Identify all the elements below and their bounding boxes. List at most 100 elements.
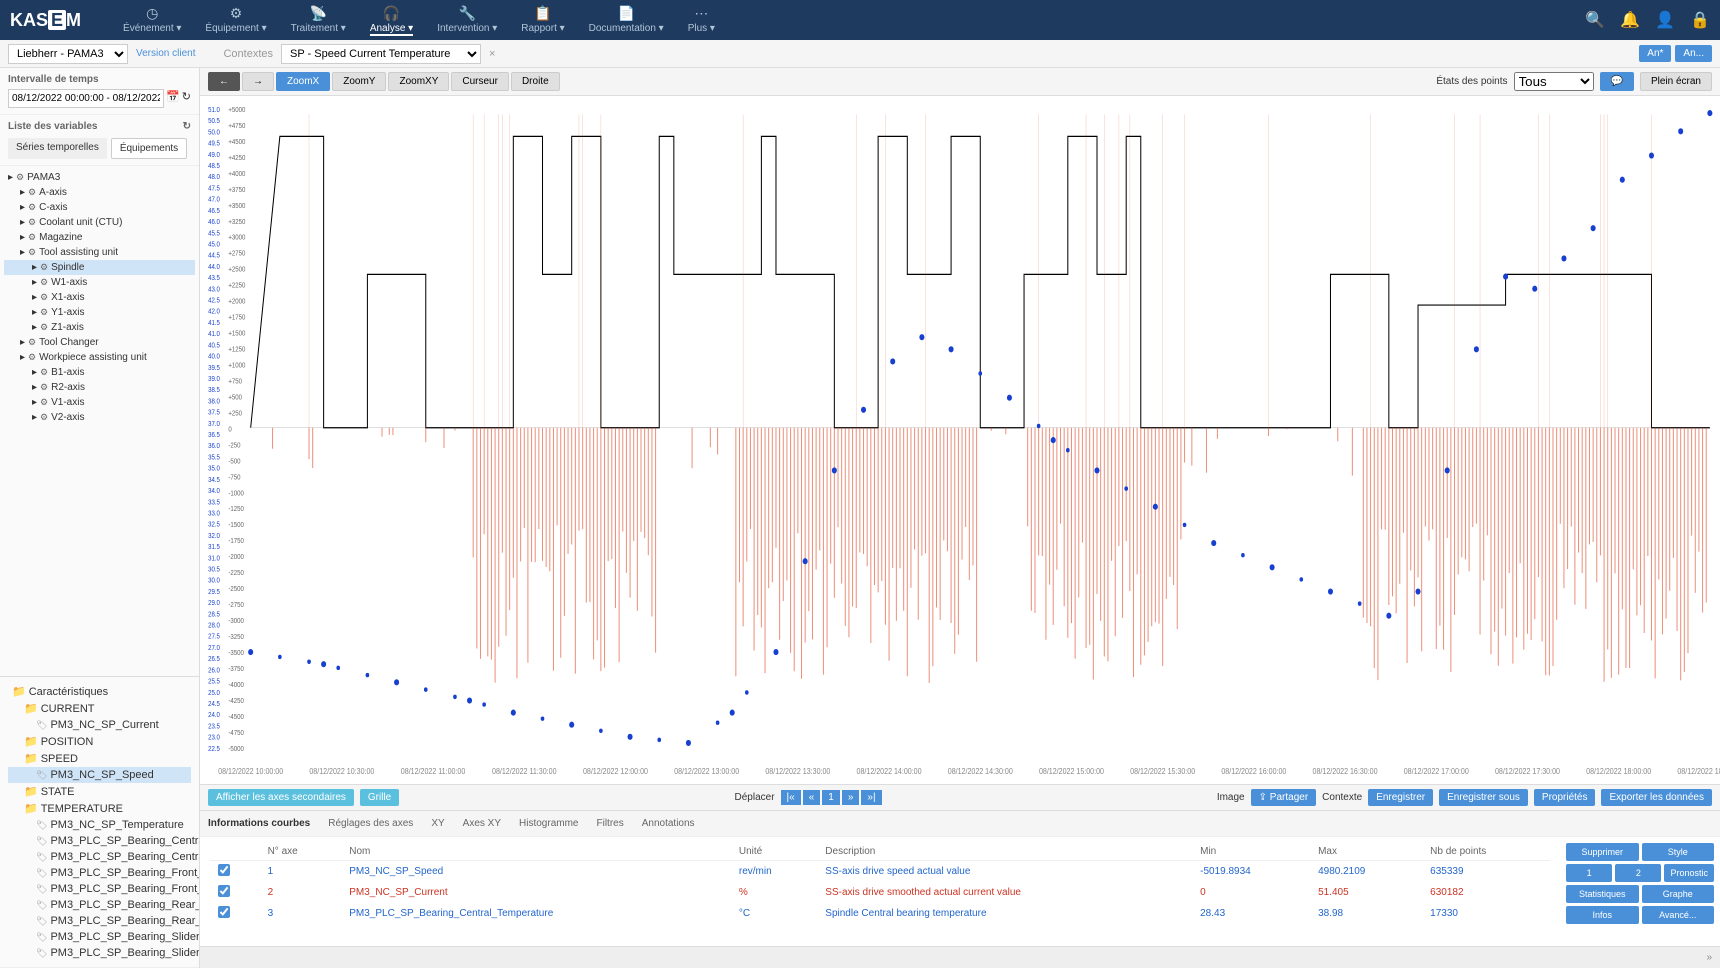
bell-icon[interactable]: 🔔: [1620, 10, 1640, 30]
action-2[interactable]: 2: [1615, 864, 1661, 882]
version-link[interactable]: Version client: [136, 48, 195, 59]
zoom-btn-0[interactable]: ←: [208, 72, 240, 91]
lock-icon[interactable]: 🔒: [1690, 10, 1710, 30]
tree-node[interactable]: ▸⚙C-axis: [4, 200, 195, 215]
tree-node[interactable]: ▸⚙Workpiece assisting unit: [4, 350, 195, 365]
tree-node[interactable]: ▸⚙Magazine: [4, 230, 195, 245]
action-infos[interactable]: Infos: [1566, 906, 1639, 924]
char-node[interactable]: 📁SPEED: [8, 750, 191, 767]
analysis-btn-2[interactable]: An...: [1675, 45, 1712, 62]
action-avancé...[interactable]: Avancé...: [1642, 906, 1715, 924]
data-tab[interactable]: Axes XY: [463, 818, 501, 829]
equipment-select[interactable]: Liebherr - PAMA3: [8, 44, 128, 64]
action-1[interactable]: 1: [1566, 864, 1612, 882]
grid-btn[interactable]: Grille: [360, 789, 399, 806]
calendar-icon[interactable]: 📅: [166, 90, 180, 103]
char-node[interactable]: 📁CURRENT: [8, 700, 191, 717]
data-tab[interactable]: Informations courbes: [208, 818, 310, 829]
char-node[interactable]: 🏷PM3_PLC_SP_Bearing_Rear_S...: [8, 897, 191, 913]
zoom-btn-3[interactable]: ZoomY: [332, 72, 386, 91]
char-node[interactable]: 🏷PM3_PLC_SP_Bearing_Front_S...: [8, 865, 191, 881]
char-node[interactable]: 🏷PM3_NC_SP_Temperature: [8, 817, 191, 833]
tree-node[interactable]: ▸⚙Tool Changer: [4, 335, 195, 350]
char-node[interactable]: 📁POSITION: [8, 733, 191, 750]
props-btn[interactable]: Propriétés: [1534, 789, 1596, 806]
nav-rapport[interactable]: 📋Rapport ▾: [521, 5, 564, 36]
saveas-btn[interactable]: Enregistrer sous: [1439, 789, 1528, 806]
save-btn[interactable]: Enregistrer: [1368, 789, 1433, 806]
row-checkbox[interactable]: [218, 885, 230, 897]
show-axes-btn[interactable]: Afficher les axes secondaires: [208, 789, 354, 806]
table-row[interactable]: 1PM3_NC_SP_Speed rev/minSS-axis drive sp…: [210, 861, 1550, 883]
nav-plus[interactable]: ⋯Plus ▾: [688, 5, 715, 36]
characteristics-root[interactable]: 📁 Caractéristiques: [8, 683, 191, 700]
tree-node[interactable]: ▸⚙Tool assisting unit: [4, 245, 195, 260]
nav-équipement[interactable]: ⚙Équipement ▾: [205, 5, 266, 36]
char-node[interactable]: 📁STATE: [8, 783, 191, 800]
share-btn[interactable]: ⇪ Partager: [1251, 789, 1317, 806]
tree-node[interactable]: ▸⚙Z1-axis: [4, 320, 195, 335]
chart-canvas[interactable]: 51.050.550.049.549.048.548.047.547.046.5…: [200, 96, 1720, 784]
page-nav-btn[interactable]: |«: [781, 790, 801, 805]
refresh-icon[interactable]: ↻: [182, 90, 191, 103]
table-row[interactable]: 2PM3_NC_SP_Current %SS-axis drive smooth…: [210, 882, 1550, 903]
char-node[interactable]: 📁TEMPERATURE: [8, 800, 191, 817]
search-icon[interactable]: 🔍: [1585, 10, 1605, 30]
action-pronostic[interactable]: Pronostic: [1664, 864, 1714, 882]
tree-node[interactable]: ▸⚙PAMA3: [4, 170, 195, 185]
data-tab[interactable]: Réglages des axes: [328, 818, 413, 829]
tree-node[interactable]: ▸⚙V2-axis: [4, 410, 195, 425]
row-checkbox[interactable]: [218, 864, 230, 876]
action-style[interactable]: Style: [1642, 843, 1715, 861]
context-select[interactable]: SP - Speed Current Temperature: [281, 44, 481, 64]
tree-node[interactable]: ▸⚙X1-axis: [4, 290, 195, 305]
export-btn[interactable]: Exporter les données: [1601, 789, 1712, 806]
page-nav-btn[interactable]: 1: [822, 790, 840, 805]
page-nav-btn[interactable]: »: [842, 790, 860, 805]
date-range-input[interactable]: [8, 89, 164, 108]
tree-node[interactable]: ▸⚙A-axis: [4, 185, 195, 200]
nav-documentation[interactable]: 📄Documentation ▾: [589, 5, 664, 36]
user-icon[interactable]: 👤: [1655, 10, 1675, 30]
row-checkbox[interactable]: [218, 906, 230, 918]
char-node[interactable]: 🏷PM3_PLC_SP_Bearing_Central...: [8, 833, 191, 849]
table-row[interactable]: 3PM3_PLC_SP_Bearing_Central_Temperature …: [210, 903, 1550, 924]
page-nav-btn[interactable]: »|: [861, 790, 881, 805]
zoom-btn-5[interactable]: Curseur: [451, 72, 509, 91]
zoom-btn-6[interactable]: Droite: [511, 72, 560, 91]
tab-timeseries[interactable]: Séries temporelles: [8, 138, 107, 159]
nav-événement[interactable]: ◷Événement ▾: [123, 5, 181, 36]
tree-node[interactable]: ▸⚙Coolant unit (CTU): [4, 215, 195, 230]
char-node[interactable]: 🏷PM3_PLC_SP_Bearing_Slider_T...: [8, 945, 191, 961]
action-graphe[interactable]: Graphe: [1642, 885, 1715, 903]
char-node[interactable]: 🏷PM3_PLC_SP_Bearing_Slider_T...: [8, 929, 191, 945]
comments-icon[interactable]: 💬: [1600, 72, 1634, 91]
data-tab[interactable]: Histogramme: [519, 818, 578, 829]
char-node[interactable]: 🏷PM3_PLC_SP_Bearing_Rear_S...: [8, 913, 191, 929]
tree-node[interactable]: ▸⚙Spindle: [4, 260, 195, 275]
tab-equipments[interactable]: Équipements: [111, 138, 187, 159]
tree-node[interactable]: ▸⚙Y1-axis: [4, 305, 195, 320]
nav-analyse[interactable]: 🎧Analyse ▾: [370, 5, 413, 36]
points-state-select[interactable]: Tous: [1514, 72, 1594, 91]
zoom-btn-1[interactable]: →: [242, 72, 274, 91]
context-remove-icon[interactable]: ×: [489, 48, 495, 60]
tree-node[interactable]: ▸⚙W1-axis: [4, 275, 195, 290]
char-node[interactable]: 🏷PM3_PLC_SP_Bearing_Central...: [8, 849, 191, 865]
tree-node[interactable]: ▸⚙V1-axis: [4, 395, 195, 410]
char-node[interactable]: 🏷PM3_NC_SP_Speed: [8, 767, 191, 783]
char-node[interactable]: 🏷PM3_NC_SP_Current: [8, 717, 191, 733]
action-supprimer[interactable]: Supprimer: [1566, 843, 1639, 861]
nav-traitement[interactable]: 📡Traitement ▾: [291, 5, 346, 36]
zoom-btn-2[interactable]: ZoomX: [276, 72, 330, 91]
analysis-btn-1[interactable]: An*: [1639, 45, 1671, 62]
refresh-vars-icon[interactable]: ↻: [183, 121, 191, 132]
tree-node[interactable]: ▸⚙B1-axis: [4, 365, 195, 380]
data-tab[interactable]: XY: [431, 818, 444, 829]
page-nav-btn[interactable]: «: [803, 790, 821, 805]
zoom-btn-4[interactable]: ZoomXY: [388, 72, 449, 91]
nav-intervention[interactable]: 🔧Intervention ▾: [437, 5, 497, 36]
char-node[interactable]: 🏷PM3_PLC_SP_Bearing_Front_S...: [8, 881, 191, 897]
data-tab[interactable]: Annotations: [642, 818, 695, 829]
tree-node[interactable]: ▸⚙R2-axis: [4, 380, 195, 395]
